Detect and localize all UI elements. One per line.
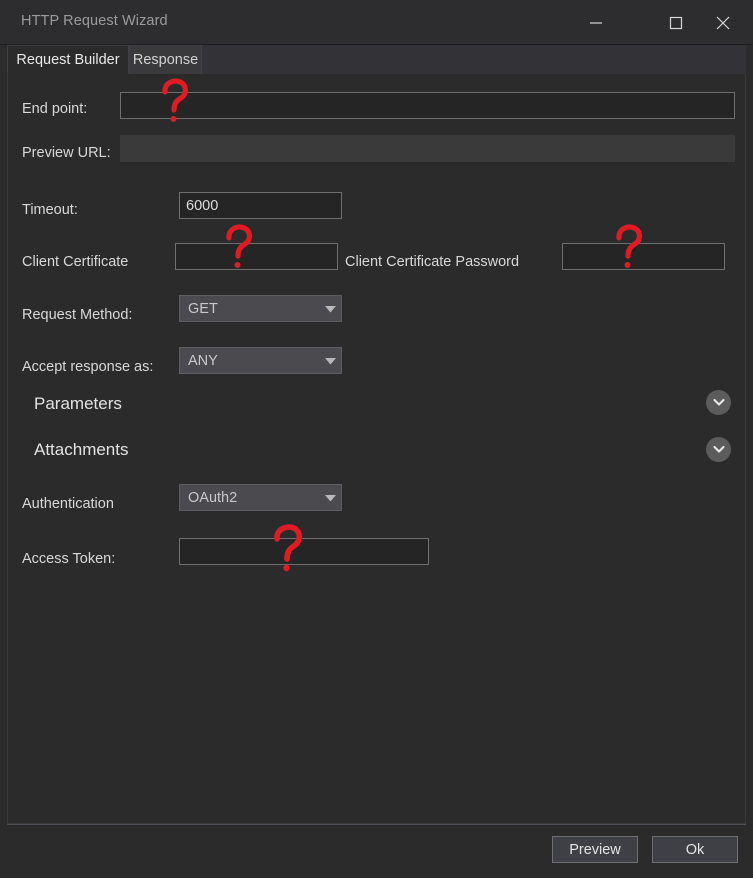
timeout-label: Timeout: (22, 202, 78, 218)
chevron-down-icon (319, 494, 341, 502)
preview-url-label: Preview URL: (22, 145, 111, 161)
dialog-footer: Preview Ok (7, 824, 746, 878)
title-bar: HTTP Request Wizard (0, 0, 753, 45)
chevron-down-icon (319, 305, 341, 313)
accept-response-as-select[interactable]: ANY (179, 347, 342, 374)
tab-response-label: Response (132, 52, 199, 68)
maximize-button[interactable] (653, 0, 699, 45)
minimize-button[interactable] (573, 0, 619, 45)
window-title: HTTP Request Wizard (21, 13, 168, 29)
chevron-down-icon (712, 398, 725, 406)
attachments-expand-button[interactable] (706, 437, 731, 462)
attachments-section-title: Attachments (34, 440, 129, 459)
tab-strip: Request Builder Response (7, 45, 746, 75)
authentication-value: OAuth2 (188, 489, 238, 506)
tab-request-builder[interactable]: Request Builder (7, 45, 129, 74)
chevron-down-icon (712, 445, 725, 453)
accept-response-as-label: Accept response as: (22, 359, 154, 375)
access-token-input[interactable] (179, 538, 429, 565)
minimize-icon (590, 21, 602, 24)
chevron-down-icon (319, 357, 341, 365)
close-icon (716, 16, 730, 29)
client-certificate-label: Client Certificate (22, 254, 129, 270)
request-method-select[interactable]: GET (179, 295, 342, 322)
preview-button[interactable]: Preview (552, 836, 638, 863)
close-button[interactable] (700, 0, 746, 45)
preview-url-input (120, 135, 735, 162)
endpoint-input[interactable] (120, 92, 735, 119)
parameters-expand-button[interactable] (706, 390, 731, 415)
ok-button-label: Ok (685, 841, 705, 858)
tab-response[interactable]: Response (129, 45, 202, 74)
request-builder-panel: End point: Preview URL: Timeout: Client … (7, 74, 746, 824)
accept-response-as-value: ANY (188, 352, 218, 369)
preview-button-label: Preview (569, 841, 621, 858)
client-certificate-password-input[interactable] (562, 243, 725, 270)
ok-button[interactable]: Ok (652, 836, 738, 863)
maximize-icon (669, 16, 683, 29)
parameters-section-title: Parameters (34, 394, 122, 413)
timeout-input[interactable] (179, 192, 342, 219)
client-certificate-password-label: Client Certificate Password (345, 254, 520, 270)
access-token-label: Access Token: (22, 551, 116, 567)
endpoint-label: End point: (22, 101, 88, 117)
authentication-label: Authentication (22, 496, 114, 512)
authentication-select[interactable]: OAuth2 (179, 484, 342, 511)
request-method-value: GET (188, 300, 218, 317)
client-certificate-input[interactable] (175, 243, 338, 270)
tab-request-builder-label: Request Builder (16, 51, 120, 68)
http-request-wizard-dialog: HTTP Request Wizard Request Builder Resp… (0, 0, 753, 878)
request-method-label: Request Method: (22, 307, 133, 323)
